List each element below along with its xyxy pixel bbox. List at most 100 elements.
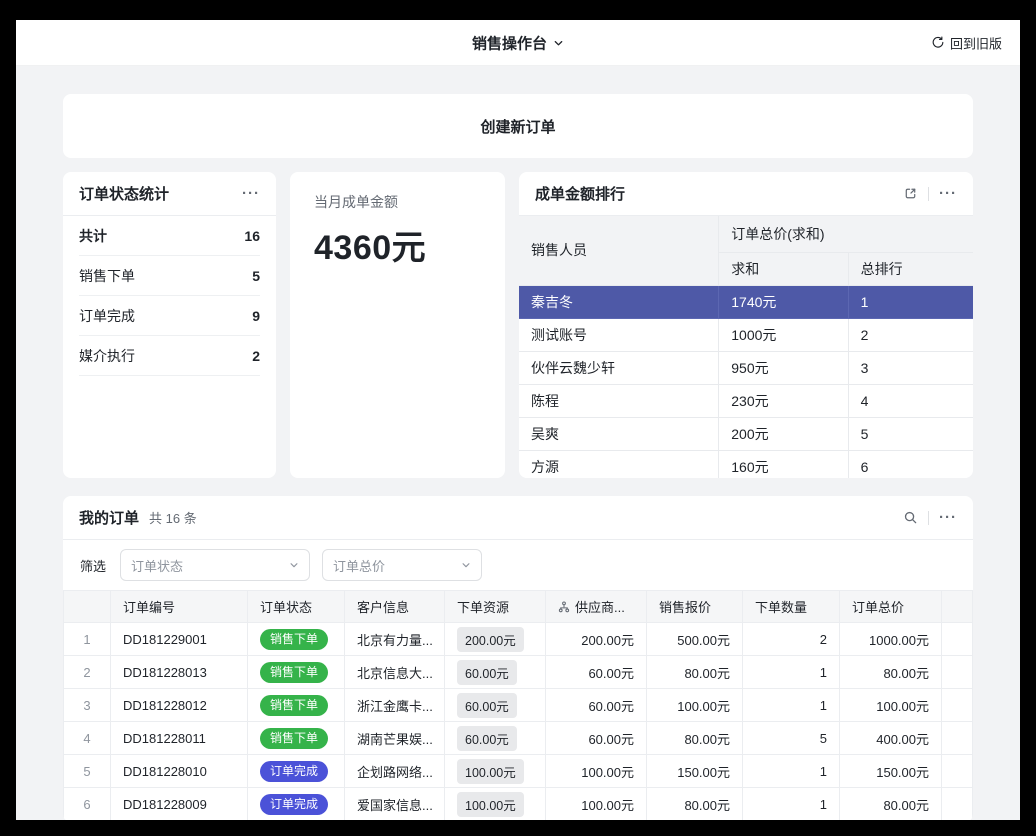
row-index: 4	[64, 722, 111, 755]
resource-pill: 100.00元	[457, 759, 524, 784]
cell-qty: 5	[743, 722, 840, 755]
rank-sum: 950元	[719, 351, 848, 384]
ranking-card: 成单金额排行 ··· 销售人员	[519, 172, 973, 478]
cell-qty: 1	[743, 656, 840, 689]
more-icon[interactable]: ···	[939, 186, 957, 201]
cell-order-no: DD181228012	[111, 689, 248, 722]
order-row[interactable]: 4 DD181228011 销售下单 湖南芒果娱... 60.00元 60.00…	[64, 722, 973, 755]
back-to-old-version-label: 回到旧版	[950, 33, 1002, 52]
status-value: 16	[244, 228, 260, 244]
app-window: 销售操作台 回到旧版 创建新订单	[16, 20, 1020, 820]
divider	[928, 511, 929, 525]
status-value: 9	[252, 308, 260, 324]
cell-customer: 浙江金鹰卡...	[345, 689, 445, 722]
more-icon[interactable]: ···	[242, 186, 260, 201]
more-icon[interactable]: ···	[939, 510, 957, 525]
filter-label: 筛选	[80, 556, 106, 575]
col-supplier: 供应商...	[546, 591, 647, 623]
resource-pill: 60.00元	[457, 726, 517, 751]
ranking-row: 伙伴云魏少轩 950元 3	[519, 351, 973, 384]
orders-header-row: 订单编号 订单状态 客户信息 下单资源 供应商...	[64, 591, 973, 623]
cell-total: 1000.00元	[840, 623, 942, 656]
cell-quote: 500.00元	[647, 623, 743, 656]
create-order-button[interactable]: 创建新订单	[63, 94, 973, 158]
status-badge: 订单完成	[260, 794, 328, 815]
relation-icon	[558, 601, 570, 613]
page-title: 销售操作台	[472, 32, 547, 53]
rank-position: 6	[848, 450, 973, 478]
cell-total: 80.00元	[840, 788, 942, 821]
monthly-amount-title: 当月成单金额	[314, 192, 481, 212]
resource-pill: 100.00元	[457, 792, 524, 817]
rank-position: 5	[848, 417, 973, 450]
status-badge: 销售下单	[260, 728, 328, 749]
monthly-amount-card: 当月成单金额 4360元	[290, 172, 505, 478]
row-index: 2	[64, 656, 111, 689]
cell-order-no: DD181228013	[111, 656, 248, 689]
status-row: 共计 16	[79, 216, 260, 256]
cell-total: 80.00元	[840, 656, 942, 689]
rank-sum: 200元	[719, 417, 848, 450]
cell-order-no: DD181228010	[111, 755, 248, 788]
rank-person: 方源	[519, 450, 719, 478]
col-stub	[942, 591, 973, 623]
rank-position: 3	[848, 351, 973, 384]
row-index: 6	[64, 788, 111, 821]
cell-supplier: 100.00元	[546, 788, 647, 821]
cell-supplier: 60.00元	[546, 656, 647, 689]
search-icon[interactable]	[903, 510, 918, 525]
filter-order-status-select[interactable]: 订单状态	[120, 549, 310, 581]
top-bar: 销售操作台 回到旧版	[16, 20, 1020, 66]
cell-customer: 爱国家信息...	[345, 788, 445, 821]
status-row: 媒介执行 2	[79, 336, 260, 376]
filter-order-total-placeholder: 订单总价	[333, 556, 385, 575]
status-badge: 订单完成	[260, 761, 328, 782]
rank-person: 秦吉冬	[519, 285, 719, 318]
order-row[interactable]: 5 DD181228010 订单完成 企划路网络... 100.00元 100.…	[64, 755, 973, 788]
cell-customer: 北京有力量...	[345, 623, 445, 656]
cell-customer: 湖南芒果娱...	[345, 722, 445, 755]
order-row[interactable]: 6 DD181228009 订单完成 爱国家信息... 100.00元 100.…	[64, 788, 973, 821]
cell-quote: 150.00元	[647, 755, 743, 788]
filter-order-total-select[interactable]: 订单总价	[322, 549, 482, 581]
export-icon[interactable]	[903, 186, 918, 201]
ranking-row: 吴爽 200元 5	[519, 417, 973, 450]
chevron-down-icon	[461, 560, 471, 570]
orders-card-title: 我的订单	[79, 507, 139, 528]
resource-pill: 200.00元	[457, 627, 524, 652]
order-row[interactable]: 3 DD181228012 销售下单 浙江金鹰卡... 60.00元 60.00…	[64, 689, 973, 722]
ranking-row: 方源 160元 6	[519, 450, 973, 478]
cell-supplier: 60.00元	[546, 689, 647, 722]
workspace-switcher[interactable]: 销售操作台	[472, 32, 564, 53]
rank-position: 2	[848, 318, 973, 351]
cell-order-no: DD181228009	[111, 788, 248, 821]
rank-person: 伙伴云魏少轩	[519, 351, 719, 384]
cell-stub	[942, 722, 973, 755]
row-index: 5	[64, 755, 111, 788]
order-row[interactable]: 1 DD181229001 销售下单 北京有力量... 200.00元 200.…	[64, 623, 973, 656]
row-index: 3	[64, 689, 111, 722]
cell-quote: 100.00元	[647, 689, 743, 722]
order-row[interactable]: 2 DD181228013 销售下单 北京信息大... 60.00元 60.00…	[64, 656, 973, 689]
chevron-down-icon	[553, 37, 564, 48]
status-value: 2	[252, 348, 260, 364]
cell-order-no: DD181228011	[111, 722, 248, 755]
chevron-down-icon	[289, 560, 299, 570]
resource-pill: 60.00元	[457, 660, 517, 685]
rank-sum: 1000元	[719, 318, 848, 351]
rank-sum: 230元	[719, 384, 848, 417]
ranking-col-sum: 求和	[719, 252, 848, 285]
col-index	[64, 591, 111, 623]
resource-pill: 60.00元	[457, 693, 517, 718]
row-index: 1	[64, 623, 111, 656]
ranking-row: 陈程 230元 4	[519, 384, 973, 417]
order-status-stats-card: 订单状态统计 ··· 共计 16 销售下单 5 订单完成	[63, 172, 276, 478]
status-label: 销售下单	[79, 266, 135, 286]
status-badge: 销售下单	[260, 695, 328, 716]
create-order-label: 创建新订单	[480, 116, 555, 137]
rank-person: 陈程	[519, 384, 719, 417]
back-to-old-version-button[interactable]: 回到旧版	[931, 33, 1002, 52]
cell-supplier: 100.00元	[546, 755, 647, 788]
cell-customer: 企划路网络...	[345, 755, 445, 788]
rank-position: 4	[848, 384, 973, 417]
